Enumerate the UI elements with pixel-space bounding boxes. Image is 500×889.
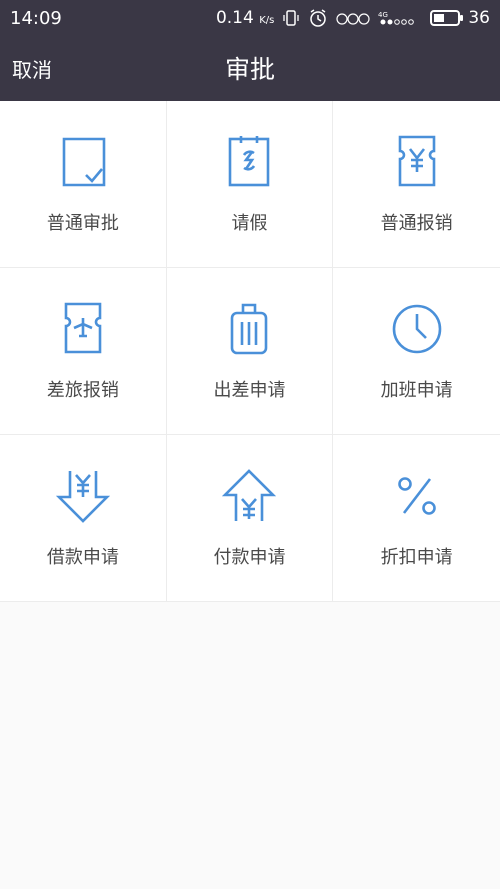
document-check-icon xyxy=(56,135,110,189)
status-bar: 14:09 0.14 K/s 4G 36 xyxy=(0,0,500,36)
approval-item-label: 加班申请 xyxy=(380,380,453,401)
luggage-icon xyxy=(222,302,276,356)
battery-level: 36 xyxy=(468,8,490,28)
percent-icon xyxy=(390,469,444,523)
empty-area xyxy=(0,602,500,889)
status-right: 0.14 K/s 4G 36 xyxy=(216,8,490,28)
approval-item-reimburse[interactable]: 普通报销 xyxy=(333,101,500,268)
battery-icon xyxy=(430,10,464,26)
approval-item-label: 差旅报销 xyxy=(46,380,119,401)
network-speed-unit: K/s xyxy=(259,15,275,26)
yen-arrow-down-icon xyxy=(55,469,110,523)
approval-item-label: 普通报销 xyxy=(380,213,453,234)
approval-item-travel-reimburse[interactable]: 差旅报销 xyxy=(0,268,167,435)
approval-item-overtime[interactable]: 加班申请 xyxy=(333,268,500,435)
status-time: 14:09 xyxy=(10,7,62,29)
approval-item-label: 借款申请 xyxy=(46,547,119,568)
approval-item-label: 请假 xyxy=(231,213,268,234)
network-speed: 0.14 K/s xyxy=(216,8,274,28)
notification-emoji-icon xyxy=(336,10,370,26)
receipt-yen-icon xyxy=(390,135,444,189)
header-bar: 取消 审批 xyxy=(0,36,500,101)
approval-grid: 普通审批 请假 普通报销 差旅报销 出差申请 加班申请 借款申请 付款申请 折扣… xyxy=(0,101,500,602)
approval-item-leave[interactable]: 请假 xyxy=(166,101,334,268)
network-speed-value: 0.14 xyxy=(215,8,254,28)
signal-icon: 4G xyxy=(378,10,422,26)
yen-arrow-up-icon xyxy=(222,469,277,523)
approval-item-label: 出差申请 xyxy=(213,380,286,401)
approval-item-label: 普通审批 xyxy=(46,213,119,234)
approval-item-payment[interactable]: 付款申请 xyxy=(166,435,334,602)
approval-item-label: 折扣申请 xyxy=(380,547,453,568)
approval-item-business-trip[interactable]: 出差申请 xyxy=(166,268,334,435)
ticket-plane-icon xyxy=(56,302,110,356)
alarm-icon xyxy=(308,8,328,28)
page-title: 审批 xyxy=(224,55,275,84)
approval-item-label: 付款申请 xyxy=(213,547,286,568)
network-type: 4G xyxy=(378,11,388,19)
approval-item-general[interactable]: 普通审批 xyxy=(0,101,167,268)
approval-item-discount[interactable]: 折扣申请 xyxy=(333,435,500,602)
approval-item-loan[interactable]: 借款申请 xyxy=(0,435,167,602)
calendar-leave-icon xyxy=(222,135,276,189)
vibrate-icon xyxy=(282,9,300,27)
clock-icon xyxy=(390,302,444,356)
